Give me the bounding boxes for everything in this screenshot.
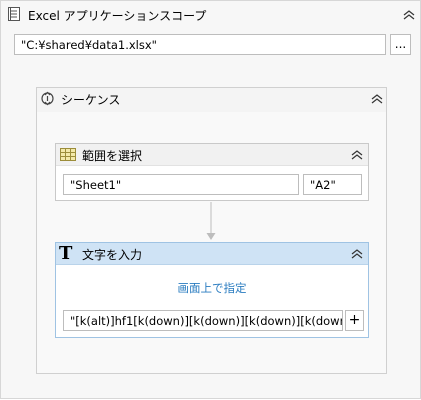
browse-button[interactable]: ... — [390, 34, 411, 55]
sequence-container: シーケンス 範囲を選択 "Sheet1" "A2" T 文字を入力 画面上で指定… — [36, 87, 387, 374]
chevron-up-icon[interactable] — [370, 93, 384, 105]
chevron-up-icon[interactable] — [350, 248, 364, 260]
sequence-header[interactable]: シーケンス — [37, 88, 386, 112]
indicate-on-screen-link[interactable]: 画面上で指定 — [56, 280, 368, 296]
excel-scope-title: Excel アプリケーションスコープ — [28, 9, 207, 23]
excel-application-scope: Excel アプリケーションスコープ "C:¥shared¥data1.xlsx… — [0, 0, 421, 399]
arrow-down-icon — [205, 202, 217, 242]
select-range-activity[interactable]: 範囲を選択 "Sheet1" "A2" — [55, 143, 369, 201]
excel-scope-header[interactable]: Excel アプリケーションスコープ — [1, 1, 420, 28]
chevron-up-icon[interactable] — [350, 149, 364, 161]
sequence-icon — [40, 91, 55, 106]
sequence-title: シーケンス — [61, 93, 121, 107]
type-into-activity[interactable]: T 文字を入力 画面上で指定 "[k(alt)]hf1[k(down)][k(d… — [55, 242, 369, 338]
text-input[interactable]: "[k(alt)]hf1[k(down)][k(down)][k(down)][… — [63, 310, 343, 331]
type-into-title: 文字を入力 — [82, 248, 143, 262]
type-into-header[interactable]: T 文字を入力 — [56, 243, 368, 265]
sheet-name-input[interactable]: "Sheet1" — [63, 174, 299, 195]
chevron-up-icon[interactable] — [402, 9, 416, 21]
select-range-header[interactable]: 範囲を選択 — [56, 144, 368, 166]
type-into-icon: T — [59, 243, 73, 264]
cell-range-input[interactable]: "A2" — [303, 174, 362, 195]
file-path-input[interactable]: "C:¥shared¥data1.xlsx" — [14, 34, 386, 55]
plus-button[interactable]: + — [345, 310, 364, 331]
select-range-title: 範囲を選択 — [82, 149, 143, 163]
excel-scope-icon — [8, 7, 20, 21]
select-range-icon — [60, 148, 76, 161]
